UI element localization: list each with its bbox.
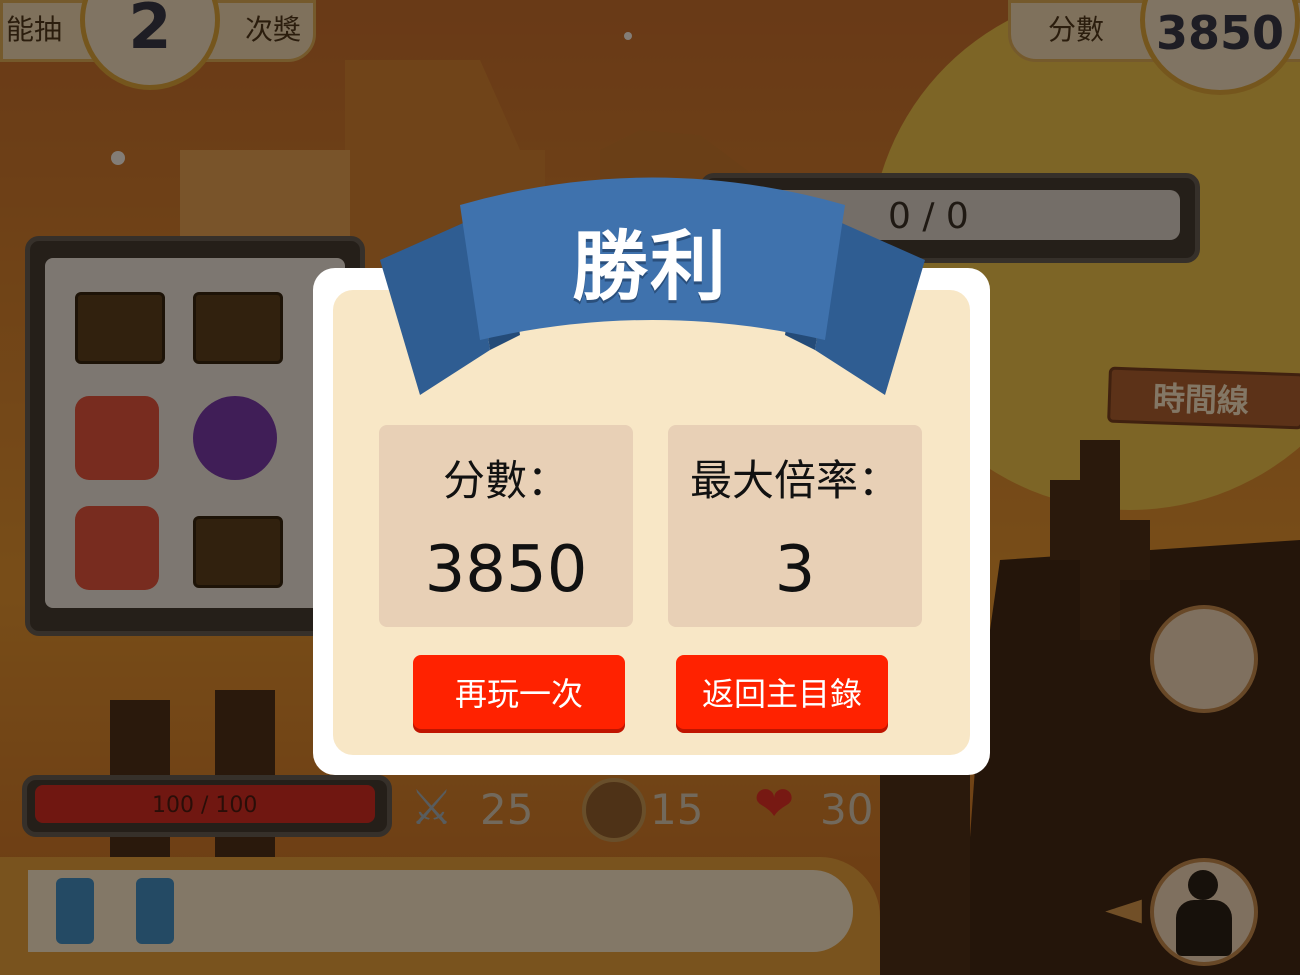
- shield-icon: [582, 778, 646, 842]
- score-label: 分數: [1048, 13, 1105, 46]
- final-score-value: 3850: [424, 533, 588, 607]
- victory-title: 勝利: [572, 222, 728, 311]
- multiplier-box: 最大倍率： 3: [668, 425, 922, 627]
- attack-value: 25: [480, 785, 534, 834]
- avatar-head: [1188, 870, 1218, 900]
- max-multiplier-label: 最大倍率：: [689, 456, 900, 505]
- play-again-button[interactable]: 再玩一次: [413, 655, 625, 729]
- star: [111, 151, 125, 165]
- score-box: 分數： 3850: [379, 425, 633, 627]
- arrow-icon: ◄: [1105, 880, 1142, 936]
- back-to-menu-button[interactable]: 返回主目錄: [676, 655, 888, 729]
- player-avatar-icon[interactable]: [1150, 858, 1258, 966]
- star: [624, 32, 632, 40]
- blue-card-icon[interactable]: [136, 878, 174, 944]
- chest-icon[interactable]: [193, 516, 283, 588]
- draw-count: 2: [128, 0, 172, 63]
- cactus: [880, 740, 970, 975]
- purple-gem-icon[interactable]: [193, 396, 277, 480]
- timeline-label: 時間線: [1152, 379, 1250, 421]
- blue-card-icon[interactable]: [56, 878, 94, 944]
- cactus-arm: [1120, 520, 1150, 580]
- hp-text: 100 / 100: [152, 793, 258, 818]
- chest-icon[interactable]: [75, 292, 165, 364]
- draw-label: 能抽: [6, 13, 63, 46]
- ruby-gem-icon[interactable]: [75, 396, 159, 480]
- inventory-grid: [45, 258, 345, 608]
- timeline-button[interactable]: 時間線: [1107, 366, 1300, 430]
- cactus: [1080, 440, 1120, 640]
- defense-value: 15: [650, 785, 704, 834]
- heart-icon: ❤: [754, 776, 795, 832]
- draw-suffix: 次獎: [245, 13, 302, 46]
- ruby-gem-icon[interactable]: [75, 506, 159, 590]
- avatar-body: [1176, 900, 1232, 956]
- score-value: 3850: [1155, 6, 1285, 60]
- final-score-label: 分數：: [442, 456, 569, 505]
- cactus-arm: [1050, 480, 1080, 560]
- max-multiplier-value: 3: [774, 533, 816, 607]
- crossed-swords-icon: ⚔: [410, 780, 454, 836]
- health-value: 30: [820, 785, 874, 834]
- bat-monster-icon[interactable]: [1150, 605, 1258, 713]
- chest-icon[interactable]: [193, 292, 283, 364]
